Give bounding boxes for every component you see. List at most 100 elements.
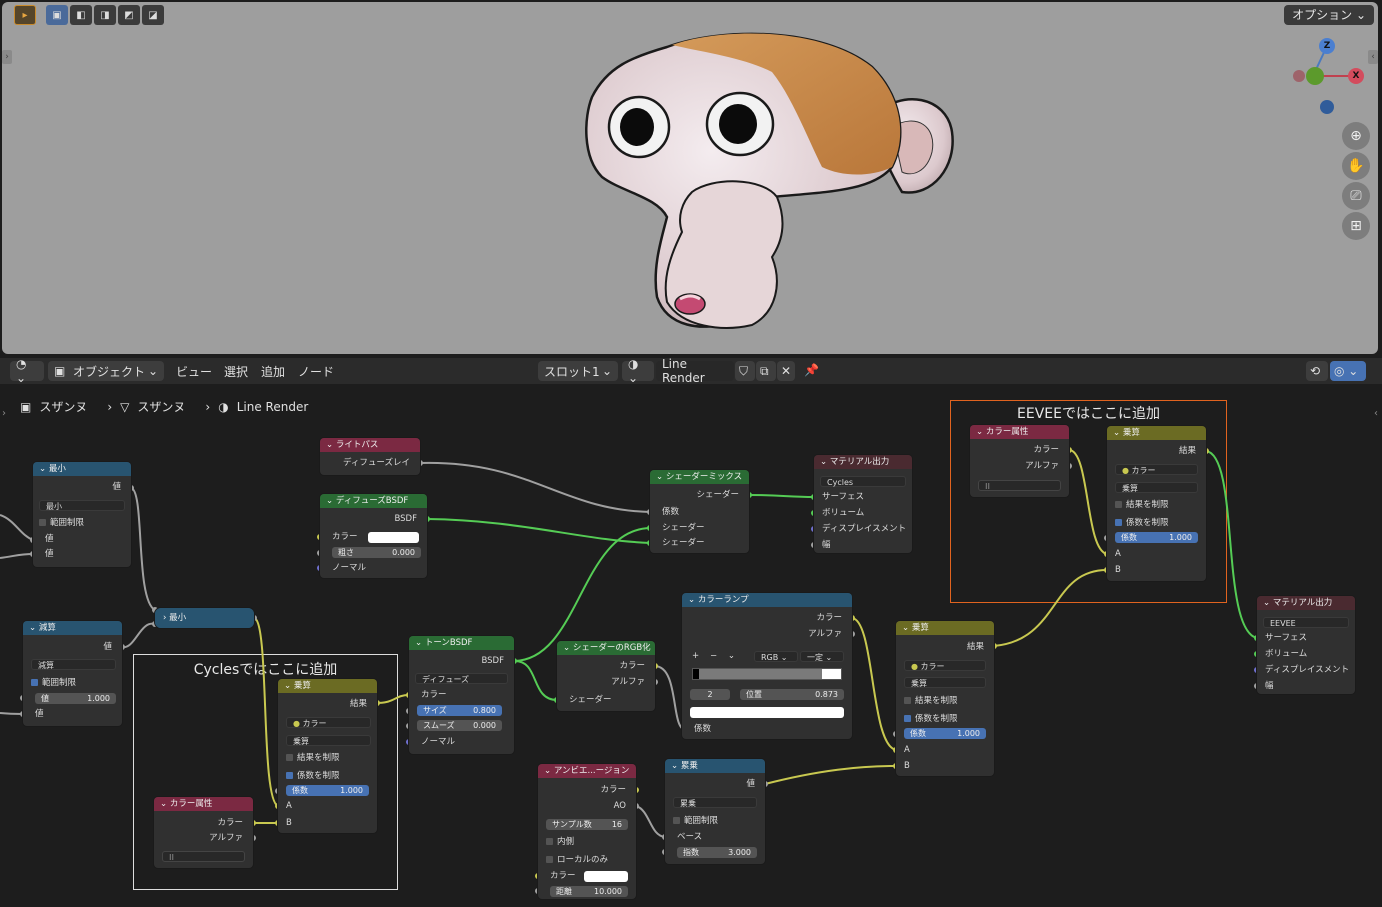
gizmo-neg-x[interactable] [1293, 70, 1305, 82]
data-type-dropdown[interactable]: ● カラー [1115, 464, 1198, 475]
data-type-dropdown[interactable]: ● カラー [904, 660, 986, 671]
node-color-ramp[interactable]: ⌄ カラーランプ カラー アルファ + − ⌄ RGB ⌄ 一定 ⌄ 2 位置 0… [682, 593, 852, 739]
stop-index-field[interactable]: 2 [690, 689, 730, 700]
pin-icon[interactable]: 📌 [804, 363, 819, 377]
component-dropdown[interactable]: ディフューズ [415, 673, 508, 684]
position-field[interactable]: 位置 0.873 [740, 689, 844, 700]
clamp-result-checkbox[interactable]: 結果を制限 [278, 751, 377, 765]
gizmo-y-axis[interactable] [1306, 67, 1324, 85]
select-extend-icon[interactable]: ◧ [70, 5, 92, 25]
node-header[interactable]: ⌄ マテリアル出力 [814, 455, 912, 469]
gizmo-z-axis[interactable]: Z [1319, 38, 1335, 54]
add-stop-button[interactable]: + [692, 651, 699, 661]
node-header[interactable]: ⌄ 減算 [23, 621, 122, 635]
roughness-field[interactable]: 粗さ 0.000 [332, 547, 421, 558]
attribute-name-field[interactable]: ⁝⁝ [162, 851, 245, 862]
unlink-material-icon[interactable]: ✕ [777, 361, 795, 381]
inside-checkbox[interactable]: 内側 [538, 835, 636, 849]
operation-dropdown[interactable]: 累乗 [673, 797, 757, 808]
zoom-icon[interactable]: ⊕ [1342, 122, 1370, 150]
menu-view[interactable]: ビュー [176, 363, 212, 380]
color-mode-dropdown[interactable]: RGB ⌄ [754, 651, 798, 662]
node-multiply-cycles[interactable]: ⌄ 乗算 結果 ● カラー 乗算 結果を制限 係数を制限 係数 1.000 A B [278, 679, 377, 833]
material-name-field[interactable]: Line Render [656, 357, 734, 385]
clamp-checkbox[interactable]: 範囲制限 [23, 676, 122, 690]
select-invert-icon[interactable]: ◩ [118, 5, 140, 25]
node-power[interactable]: ⌄ 累乗 値 累乗 範囲制限 ベース 指数 3.000 [665, 759, 765, 864]
node-ambient-occlusion[interactable]: ⌄ アンビエ...ージョン カラー AO サンプル数 16 内側 ローカルのみ カ… [538, 764, 636, 899]
factor-field[interactable]: 係数 1.000 [1115, 532, 1198, 543]
menu-select[interactable]: 選択 [224, 363, 248, 380]
operation-dropdown[interactable]: 最小 [39, 500, 125, 511]
color-swatch[interactable] [368, 532, 419, 543]
target-dropdown[interactable]: EEVEE [1263, 617, 1349, 628]
blend-mode-dropdown[interactable]: 乗算 [1115, 482, 1198, 493]
node-header[interactable]: ⌄ マテリアル出力 [1257, 596, 1355, 610]
target-dropdown[interactable]: Cycles [820, 476, 906, 487]
blend-mode-dropdown[interactable]: 乗算 [904, 677, 986, 688]
only-local-checkbox[interactable]: ローカルのみ [538, 853, 636, 867]
node-multiply-main[interactable]: ⌄ 乗算 結果 ● カラー 乗算 結果を制限 係数を制限 係数 1.000 A B [896, 621, 994, 776]
node-header[interactable]: ⌄ 累乗 [665, 759, 765, 773]
exponent-field[interactable]: 指数 3.000 [677, 847, 757, 858]
clamp-result-checkbox[interactable]: 結果を制限 [896, 694, 994, 708]
clamp-checkbox[interactable]: 範囲制限 [33, 516, 131, 530]
blend-mode-dropdown[interactable]: 乗算 [286, 735, 371, 746]
slot-dropdown[interactable]: スロット1 ⌄ [538, 361, 618, 381]
material-browse-icon[interactable]: ◑ ⌄ [622, 357, 654, 385]
node-shader-to-rgb[interactable]: ⌄ シェーダーのRGB化 カラー アルファ シェーダー [557, 641, 655, 711]
gizmo-x-axis[interactable]: X [1348, 68, 1364, 84]
node-header[interactable]: ⌄ 乗算 [278, 679, 377, 693]
node-minimum-2-collapsed[interactable]: › 最小 [155, 608, 254, 628]
node-toon-bsdf[interactable]: ⌄ トーンBSDF BSDF ディフューズ カラー サイズ 0.800 スムーズ 0… [409, 636, 514, 754]
clamp-result-checkbox[interactable]: 結果を制限 [1107, 498, 1206, 512]
factor-field[interactable]: 係数 1.000 [904, 728, 986, 739]
ao-color-swatch[interactable] [584, 871, 628, 882]
3d-viewport[interactable]: ▸ ▣ ◧ ◨ ◩ ◪ オプション ⌄ › ‹ Z X ⊕ ✋ ⎚ ⊞ [2, 2, 1378, 354]
node-subtract[interactable]: ⌄ 減算 値 減算 範囲制限 値 1.000 値 [23, 621, 122, 726]
data-type-dropdown[interactable]: ● カラー [286, 717, 371, 728]
node-header[interactable]: ⌄ ライトパス [320, 438, 420, 452]
node-header[interactable]: ⌄ 最小 [33, 462, 131, 476]
select-subtract-icon[interactable]: ◨ [94, 5, 116, 25]
clamp-checkbox[interactable]: 範囲制限 [665, 814, 765, 828]
options-dropdown[interactable]: オプション ⌄ [1284, 5, 1374, 25]
node-material-output-eevee[interactable]: ⌄ マテリアル出力 EEVEE サーフェス ボリューム ディスプレイスメント 幅 [1257, 596, 1355, 694]
menu-add[interactable]: 追加 [261, 363, 285, 380]
node-header[interactable]: ⌄ カラー属性 [154, 797, 253, 811]
node-color-attribute-eevee[interactable]: ⌄ カラー属性 カラー アルファ ⁝⁝ [970, 425, 1069, 497]
editor-type-icon[interactable]: ◔ ⌄ [10, 357, 44, 385]
gizmo-neg-z[interactable] [1320, 100, 1334, 114]
node-header[interactable]: ⌄ カラーランプ [682, 593, 852, 607]
node-material-output-cycles[interactable]: ⌄ マテリアル出力 Cycles サーフェス ボリューム ディスプレイスメント … [814, 455, 912, 553]
remove-stop-button[interactable]: − [710, 651, 717, 661]
toolbar-toggle-icon[interactable]: › [2, 408, 6, 419]
value-field[interactable]: 値 1.000 [35, 693, 116, 704]
overlay-toggle-icon[interactable]: ◎ ⌄ [1330, 361, 1366, 381]
node-light-path[interactable]: ⌄ ライトパス ディフューズレイ [320, 438, 420, 475]
toolbar-toggle-icon[interactable]: › [2, 50, 12, 64]
node-header[interactable]: ⌄ ディフューズBSDF [320, 494, 427, 508]
node-header[interactable]: ⌄ シェーダーミックス [650, 470, 749, 484]
node-header[interactable]: ⌄ シェーダーのRGB化 [557, 641, 655, 655]
smooth-field[interactable]: スムーズ 0.000 [417, 720, 502, 731]
pan-hand-icon[interactable]: ✋ [1342, 152, 1370, 180]
clamp-factor-checkbox[interactable]: 係数を制限 [1107, 516, 1206, 530]
interpolation-dropdown[interactable]: 一定 ⌄ [800, 651, 844, 662]
node-mix-shader[interactable]: ⌄ シェーダーミックス シェーダー 係数 シェーダー シェーダー [650, 470, 749, 553]
grid-icon[interactable]: ⊞ [1342, 212, 1370, 240]
node-color-attribute-cycles[interactable]: ⌄ カラー属性 カラー アルファ ⁝⁝ [154, 797, 253, 868]
node-minimum-1[interactable]: ⌄ 最小 値 最小 範囲制限 値 値 [33, 462, 131, 567]
fake-user-shield-icon[interactable]: ⛉ [735, 361, 755, 381]
ramp-menu-chevron-icon[interactable]: ⌄ [728, 651, 735, 661]
color-ramp-gradient[interactable] [692, 668, 842, 680]
distance-field[interactable]: 距離 10.000 [550, 886, 628, 897]
menu-node[interactable]: ノード [298, 363, 334, 380]
select-new-icon[interactable]: ▣ [46, 5, 68, 25]
node-header[interactable]: › 最小 [155, 608, 254, 628]
attribute-name-field[interactable]: ⁝⁝ [978, 480, 1061, 491]
size-field[interactable]: サイズ 0.800 [417, 705, 502, 716]
object-mode-dropdown[interactable]: ▣ オブジェクト ⌄ [48, 361, 164, 381]
camera-icon[interactable]: ⎚ [1342, 182, 1370, 210]
snap-icon[interactable]: ⟲ [1306, 361, 1328, 381]
